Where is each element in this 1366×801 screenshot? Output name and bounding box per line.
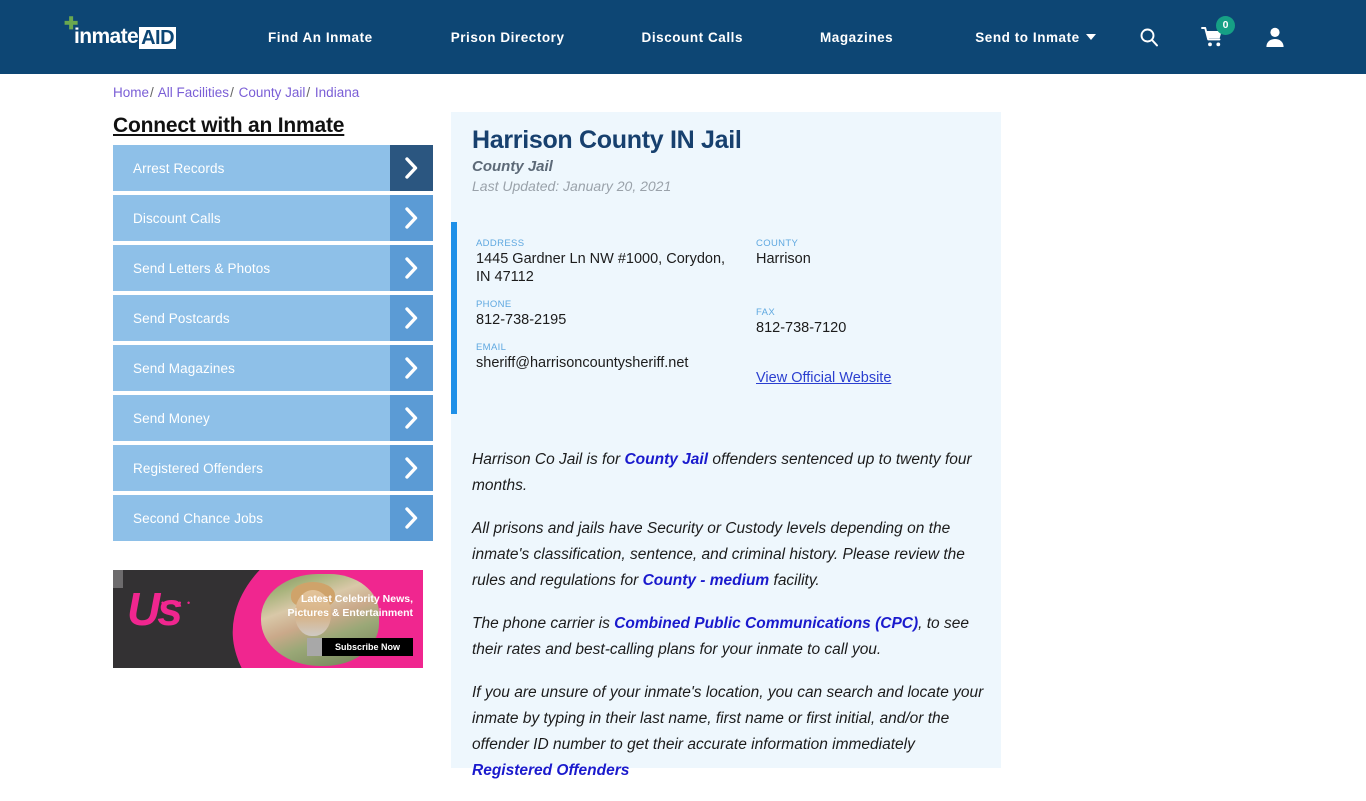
chevron-right-icon xyxy=(390,195,433,241)
county-label: COUNTY xyxy=(756,238,799,249)
green-plus-icon: ✚ xyxy=(64,14,79,33)
chevron-right-icon xyxy=(390,245,433,291)
facility-panel: Harrison County IN Jail County Jail Last… xyxy=(451,112,1001,779)
facility-info-box: ADDRESS 1445 Gardner Ln NW #1000, Corydo… xyxy=(451,222,1001,414)
ad-brand-dots: • • • • xyxy=(161,598,192,608)
p4-text-a: If you are unsure of your inmate's locat… xyxy=(472,684,984,753)
info-column-left: ADDRESS 1445 Gardner Ln NW #1000, Corydo… xyxy=(476,238,726,385)
breadcrumb-item-indiana[interactable]: Indiana xyxy=(315,85,359,100)
sidebar-item-label: Arrest Records xyxy=(133,160,225,176)
paragraph-1: Harrison Co Jail is for County Jail offe… xyxy=(472,447,992,499)
breadcrumb-item-all-facilities[interactable]: All Facilities xyxy=(158,85,229,100)
p2-text-b: facility. xyxy=(769,572,820,589)
sidebar-item-send-money[interactable]: Send Money xyxy=(113,395,433,441)
sidebar-item-label: Send Postcards xyxy=(133,310,230,326)
breadcrumb-separator: / xyxy=(150,85,154,100)
p1-text-a: Harrison Co Jail is for xyxy=(472,451,625,468)
sidebar-item-label: Send Letters & Photos xyxy=(133,260,271,276)
breadcrumb-separator: / xyxy=(230,85,234,100)
page-title: Harrison County IN Jail xyxy=(472,126,742,154)
site-logo[interactable]: inmate AID xyxy=(74,25,177,49)
logo-wordmark: inmate xyxy=(74,25,139,48)
info-column-right: COUNTY Harrison FAX 812-738-7120 View Of… xyxy=(756,238,986,387)
sidebar-item-send-postcards[interactable]: Send Postcards xyxy=(113,295,433,341)
fax-value: 812-738-7120 xyxy=(756,320,847,336)
ad-subscribe-button[interactable]: Subscribe Now xyxy=(306,638,413,656)
facility-description: Harrison Co Jail is for County Jail offe… xyxy=(472,447,992,801)
nav-item-send-to-inmate[interactable]: Send to Inmate xyxy=(975,29,1096,45)
paragraph-2: All prisons and jails have Security or C… xyxy=(472,516,992,594)
sidebar-item-arrest-records[interactable]: Arrest Records xyxy=(113,145,433,191)
breadcrumb: Home/ All Facilities/ County Jail/ India… xyxy=(113,85,359,100)
sidebar-item-label: Second Chance Jobs xyxy=(133,510,264,526)
sidebar-item-send-letters-photos[interactable]: Send Letters & Photos xyxy=(113,245,433,291)
nav-item-prison-directory[interactable]: Prison Directory xyxy=(451,30,565,45)
chevron-right-icon xyxy=(390,345,433,391)
accent-bar xyxy=(451,222,457,414)
nav-item-find-an-inmate[interactable]: Find An Inmate xyxy=(268,30,373,45)
paragraph-3: The phone carrier is Combined Public Com… xyxy=(472,611,992,663)
ad-copy-text: Latest Celebrity News, Pictures & Entert… xyxy=(287,593,413,619)
ad-brand-logo: Us xyxy=(127,583,183,635)
sidebar-item-send-magazines[interactable]: Send Magazines xyxy=(113,345,433,391)
sidebar-item-label: Send Magazines xyxy=(133,360,235,376)
sidebar-item-discount-calls[interactable]: Discount Calls xyxy=(113,195,433,241)
main-navigation: Find An Inmate Prison Directory Discount… xyxy=(268,0,1096,74)
phone-value: 812-738-2195 xyxy=(476,312,567,328)
chevron-right-icon xyxy=(390,495,433,541)
sidebar-item-label: Discount Calls xyxy=(133,210,221,226)
link-registered-offenders[interactable]: Registered Offenders xyxy=(472,758,629,784)
ad-decoration xyxy=(113,570,123,588)
chevron-right-icon xyxy=(390,395,433,441)
view-official-website-link[interactable]: View Official Website xyxy=(756,370,891,386)
sidebar-item-second-chance-jobs[interactable]: Second Chance Jobs xyxy=(113,495,433,541)
sidebar-menu: Arrest Records Discount Calls Send Lette… xyxy=(113,145,433,545)
cart-icon[interactable]: 0 xyxy=(1200,16,1235,49)
logo-aid-badge: AID xyxy=(139,27,177,49)
site-header: inmate AID ✚ Find An Inmate Prison Direc… xyxy=(0,0,1366,74)
nav-item-magazines[interactable]: Magazines xyxy=(820,30,893,45)
sidebar-item-label: Send Money xyxy=(133,410,210,426)
breadcrumb-separator: / xyxy=(306,85,311,100)
fax-label: FAX xyxy=(756,307,776,318)
chevron-down-icon xyxy=(1085,33,1096,40)
link-phone-carrier-cpc[interactable]: Combined Public Communications (CPC) xyxy=(614,615,918,632)
cart-count-badge: 0 xyxy=(1216,16,1235,35)
p3-text-a: The phone carrier is xyxy=(472,615,615,632)
address-value: 1445 Gardner Ln NW #1000, Corydon, IN 47… xyxy=(476,251,726,285)
chevron-right-icon xyxy=(390,145,433,191)
nav-item-discount-calls[interactable]: Discount Calls xyxy=(642,30,743,45)
chevron-right-icon xyxy=(390,445,433,491)
link-county-medium[interactable]: County - medium xyxy=(643,572,770,589)
chevron-right-icon xyxy=(390,295,433,341)
address-label: ADDRESS xyxy=(476,238,525,249)
link-county-jail[interactable]: County Jail xyxy=(624,451,708,468)
sidebar-item-label: Registered Offenders xyxy=(133,460,264,476)
breadcrumb-item-home[interactable]: Home xyxy=(113,85,149,100)
last-updated-text: Last Updated: January 20, 2021 xyxy=(472,178,672,194)
sidebar-title[interactable]: Connect with an Inmate xyxy=(113,114,344,138)
nav-item-send-to-inmate-label: Send to Inmate xyxy=(975,29,1080,45)
phone-label: PHONE xyxy=(476,299,512,310)
paragraph-4: If you are unsure of your inmate's locat… xyxy=(472,680,992,784)
sidebar-item-registered-offenders[interactable]: Registered Offenders xyxy=(113,445,433,491)
email-value: sheriff@harrisoncountysheriff.net xyxy=(476,355,689,371)
advertisement-banner[interactable]: Us • • • • Latest Celebrity News, Pictur… xyxy=(113,570,423,668)
facility-type-label: County Jail xyxy=(472,158,553,175)
user-account-icon[interactable] xyxy=(1264,25,1286,49)
county-value: Harrison xyxy=(756,251,811,267)
email-label: EMAIL xyxy=(476,342,507,353)
search-icon[interactable] xyxy=(1138,26,1160,48)
breadcrumb-item-county-jail[interactable]: County Jail xyxy=(239,85,306,100)
